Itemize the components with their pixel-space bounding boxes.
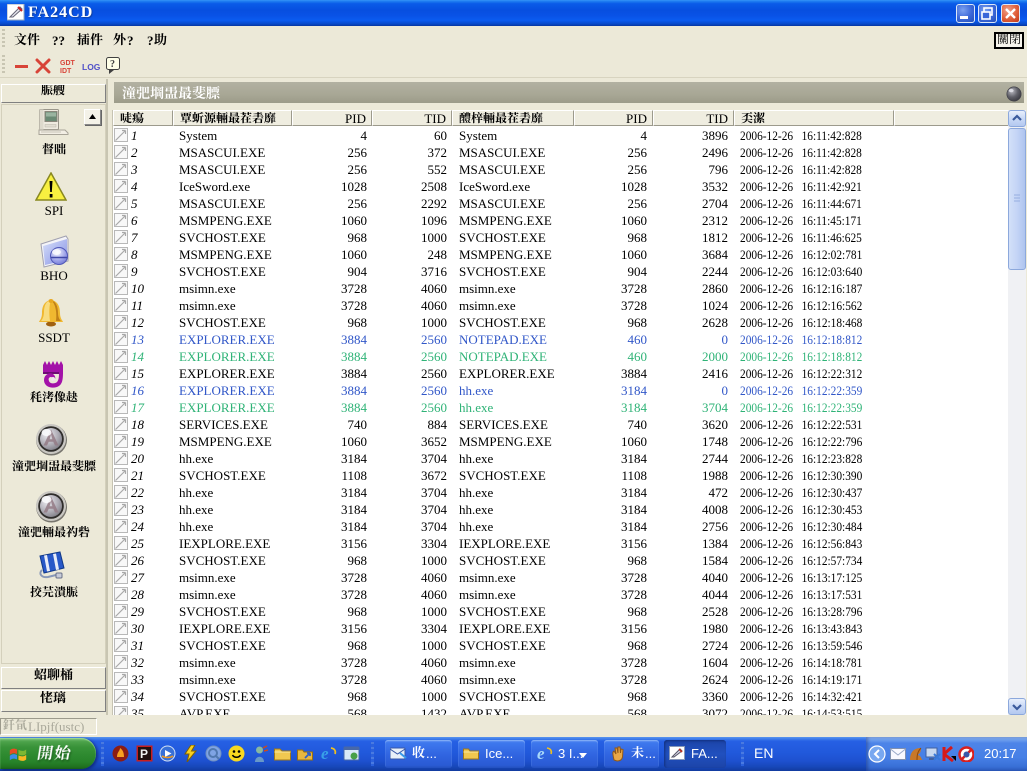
svg-text:e: e <box>321 745 329 762</box>
svg-text:e: e <box>537 745 545 762</box>
svg-text:?: ? <box>110 59 115 70</box>
svg-text:IDT: IDT <box>60 68 72 75</box>
svg-text:LOG: LOG <box>82 62 101 72</box>
svg-text:GDT: GDT <box>60 60 76 67</box>
svg-text:P: P <box>140 747 148 761</box>
